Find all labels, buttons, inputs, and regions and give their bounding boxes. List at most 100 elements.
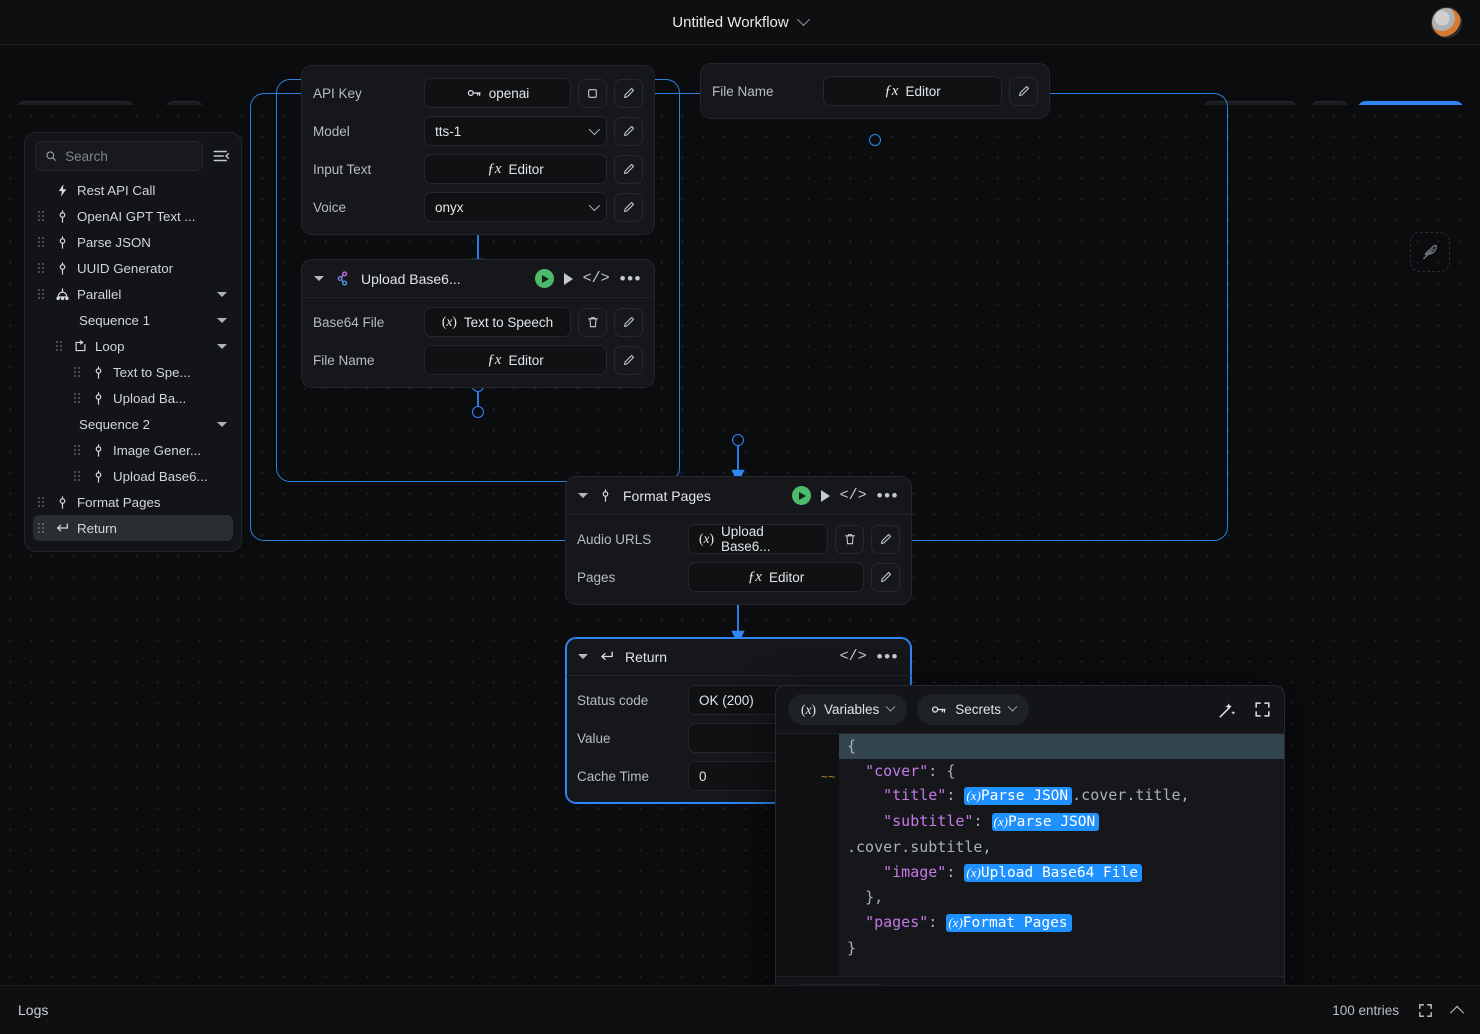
code-line[interactable]: { bbox=[839, 734, 1284, 759]
drag-handle-icon[interactable] bbox=[55, 340, 65, 352]
drag-handle-icon[interactable] bbox=[73, 392, 83, 404]
sidebar-item-rest-api-call[interactable]: Rest API Call bbox=[33, 177, 233, 203]
code-view-icon[interactable]: </> bbox=[840, 648, 867, 665]
field-value-voice[interactable]: onyx bbox=[424, 192, 607, 222]
chevron-down-icon[interactable] bbox=[886, 702, 896, 712]
copy-button[interactable] bbox=[578, 79, 607, 108]
variable-token[interactable]: (x)Upload Base64 File bbox=[964, 864, 1142, 882]
field-value-api-key[interactable]: openai bbox=[424, 78, 571, 108]
run-node-button[interactable] bbox=[535, 269, 554, 288]
chevron-down-icon[interactable] bbox=[797, 13, 810, 26]
search-box[interactable] bbox=[35, 141, 203, 171]
fullscreen-icon[interactable] bbox=[1253, 700, 1272, 719]
drag-handle-icon[interactable] bbox=[73, 444, 83, 456]
field-value-model[interactable]: tts-1 bbox=[424, 116, 607, 146]
sidebar-item-sequence-1[interactable]: Sequence 1 bbox=[33, 307, 233, 333]
fullscreen-icon[interactable] bbox=[1417, 1002, 1434, 1019]
sidebar-item-upload-base6[interactable]: Upload Base6... bbox=[33, 463, 233, 489]
code-line[interactable]: "cover": { bbox=[839, 759, 1284, 784]
variable-token[interactable]: (x)Parse JSON bbox=[992, 813, 1100, 831]
delete-button[interactable] bbox=[578, 308, 607, 337]
sidebar-item-loop[interactable]: Loop bbox=[33, 333, 233, 359]
node-header[interactable]: Upload Base6... </> ••• bbox=[302, 260, 654, 298]
chevron-down-icon[interactable] bbox=[589, 200, 600, 211]
feather-button[interactable] bbox=[1410, 232, 1450, 272]
code-view-icon[interactable]: </> bbox=[583, 270, 610, 287]
drag-handle-icon[interactable] bbox=[37, 496, 47, 508]
sidebar-item-image-gener[interactable]: Image Gener... bbox=[33, 437, 233, 463]
avatar[interactable] bbox=[1431, 7, 1462, 38]
sidebar-item-sequence-2[interactable]: Sequence 2 bbox=[33, 411, 233, 437]
node-upload-base64-file-secondary[interactable]: File NameƒxEditor bbox=[700, 63, 1050, 119]
code-line[interactable]: }, bbox=[839, 885, 1284, 910]
delete-button[interactable] bbox=[835, 525, 864, 554]
editor-code-area[interactable]: ~~ { "cover": { "title": (x)Parse JSON.c… bbox=[776, 734, 1284, 976]
drag-handle-icon[interactable] bbox=[37, 262, 47, 274]
code-view-icon[interactable]: </> bbox=[840, 487, 867, 504]
sidebar-item-parallel[interactable]: Parallel bbox=[33, 281, 233, 307]
edit-button[interactable] bbox=[614, 117, 643, 146]
field-value-input-text[interactable]: ƒxEditor bbox=[424, 154, 607, 184]
node-header[interactable]: Format Pages </> ••• bbox=[566, 477, 911, 515]
collapse-panel-icon[interactable] bbox=[211, 146, 231, 166]
edit-button[interactable] bbox=[614, 193, 643, 222]
workflow-title-menu[interactable]: Untitled Workflow bbox=[672, 14, 807, 31]
chevron-down-icon[interactable] bbox=[217, 422, 227, 427]
play-icon[interactable] bbox=[821, 490, 830, 502]
play-icon[interactable] bbox=[564, 273, 573, 285]
group-output-port[interactable] bbox=[732, 434, 744, 446]
edit-button[interactable] bbox=[614, 79, 643, 108]
code-line[interactable]: "image": (x)Upload Base64 File bbox=[839, 860, 1284, 886]
chevron-down-icon[interactable] bbox=[578, 493, 588, 498]
chevron-down-icon[interactable] bbox=[589, 124, 600, 135]
sidebar-item-openai-gpt-text[interactable]: OpenAI GPT Text ... bbox=[33, 203, 233, 229]
chevron-down-icon[interactable] bbox=[578, 654, 588, 659]
chevron-down-icon[interactable] bbox=[217, 292, 227, 297]
sidebar-item-return[interactable]: Return bbox=[33, 515, 233, 541]
workflow-canvas[interactable]: Rest API CallOpenAI GPT Text ...Parse JS… bbox=[0, 105, 1480, 985]
more-options-icon[interactable]: ••• bbox=[620, 274, 642, 284]
sidebar-item-text-to-spe[interactable]: Text to Spe... bbox=[33, 359, 233, 385]
code-line[interactable]: "pages": (x)Format Pages bbox=[839, 910, 1284, 936]
field-value-audio-urls[interactable]: (x)Upload Base6... bbox=[688, 524, 828, 554]
field-value-pages[interactable]: ƒxEditor bbox=[688, 562, 864, 592]
drag-handle-icon[interactable] bbox=[37, 210, 47, 222]
search-input[interactable] bbox=[65, 149, 193, 164]
edit-button[interactable] bbox=[871, 525, 900, 554]
code-line[interactable]: } bbox=[839, 936, 1284, 961]
edit-button[interactable] bbox=[614, 346, 643, 375]
sidebar-item-upload-ba[interactable]: Upload Ba... bbox=[33, 385, 233, 411]
variable-token[interactable]: (x)Format Pages bbox=[946, 914, 1071, 932]
drag-handle-icon[interactable] bbox=[37, 236, 47, 248]
chevron-down-icon[interactable] bbox=[1008, 702, 1018, 712]
group-output-port[interactable] bbox=[472, 406, 484, 418]
node-format-pages[interactable]: Format Pages </> ••• Audio URLS(x)Upload… bbox=[565, 476, 912, 605]
logs-label[interactable]: Logs bbox=[18, 1002, 48, 1018]
variable-token[interactable]: (x)Parse JSON bbox=[964, 787, 1072, 805]
node-upload-base64-file[interactable]: Upload Base6... </> ••• Base64 File(x)Te… bbox=[301, 259, 655, 388]
chevron-down-icon[interactable] bbox=[314, 276, 324, 281]
drag-handle-icon[interactable] bbox=[37, 522, 47, 534]
code-content[interactable]: { "cover": { "title": (x)Parse JSON.cove… bbox=[839, 734, 1284, 976]
drag-handle-icon[interactable] bbox=[73, 470, 83, 482]
code-line[interactable]: "subtitle": (x)Parse JSON .cover.subtitl… bbox=[839, 809, 1284, 859]
chevron-down-icon[interactable] bbox=[217, 344, 227, 349]
edit-button[interactable] bbox=[614, 155, 643, 184]
variables-dropdown[interactable]: (x) Variables bbox=[788, 694, 907, 725]
sidebar-item-uuid-generator[interactable]: UUID Generator bbox=[33, 255, 233, 281]
field-value-file-name[interactable]: ƒxEditor bbox=[823, 76, 1002, 106]
edit-button[interactable] bbox=[871, 563, 900, 592]
more-options-icon[interactable]: ••• bbox=[877, 491, 899, 501]
run-node-button[interactable] bbox=[792, 486, 811, 505]
node-text-to-speech[interactable]: API KeyopenaiModeltts-1Input TextƒxEdito… bbox=[301, 65, 655, 235]
field-value-file-name[interactable]: ƒxEditor bbox=[424, 345, 607, 375]
node-header[interactable]: Return </> ••• bbox=[566, 638, 911, 676]
more-options-icon[interactable]: ••• bbox=[877, 652, 899, 662]
edit-button[interactable] bbox=[614, 308, 643, 337]
expression-editor-panel[interactable]: (x) Variables Secrets bbox=[775, 685, 1285, 1022]
drag-handle-icon[interactable] bbox=[37, 288, 47, 300]
field-value-base64-file[interactable]: (x)Text to Speech bbox=[424, 307, 571, 337]
code-line[interactable]: "title": (x)Parse JSON.cover.title, bbox=[839, 783, 1284, 809]
chevron-down-icon[interactable] bbox=[217, 318, 227, 323]
edit-button[interactable] bbox=[1009, 77, 1038, 106]
